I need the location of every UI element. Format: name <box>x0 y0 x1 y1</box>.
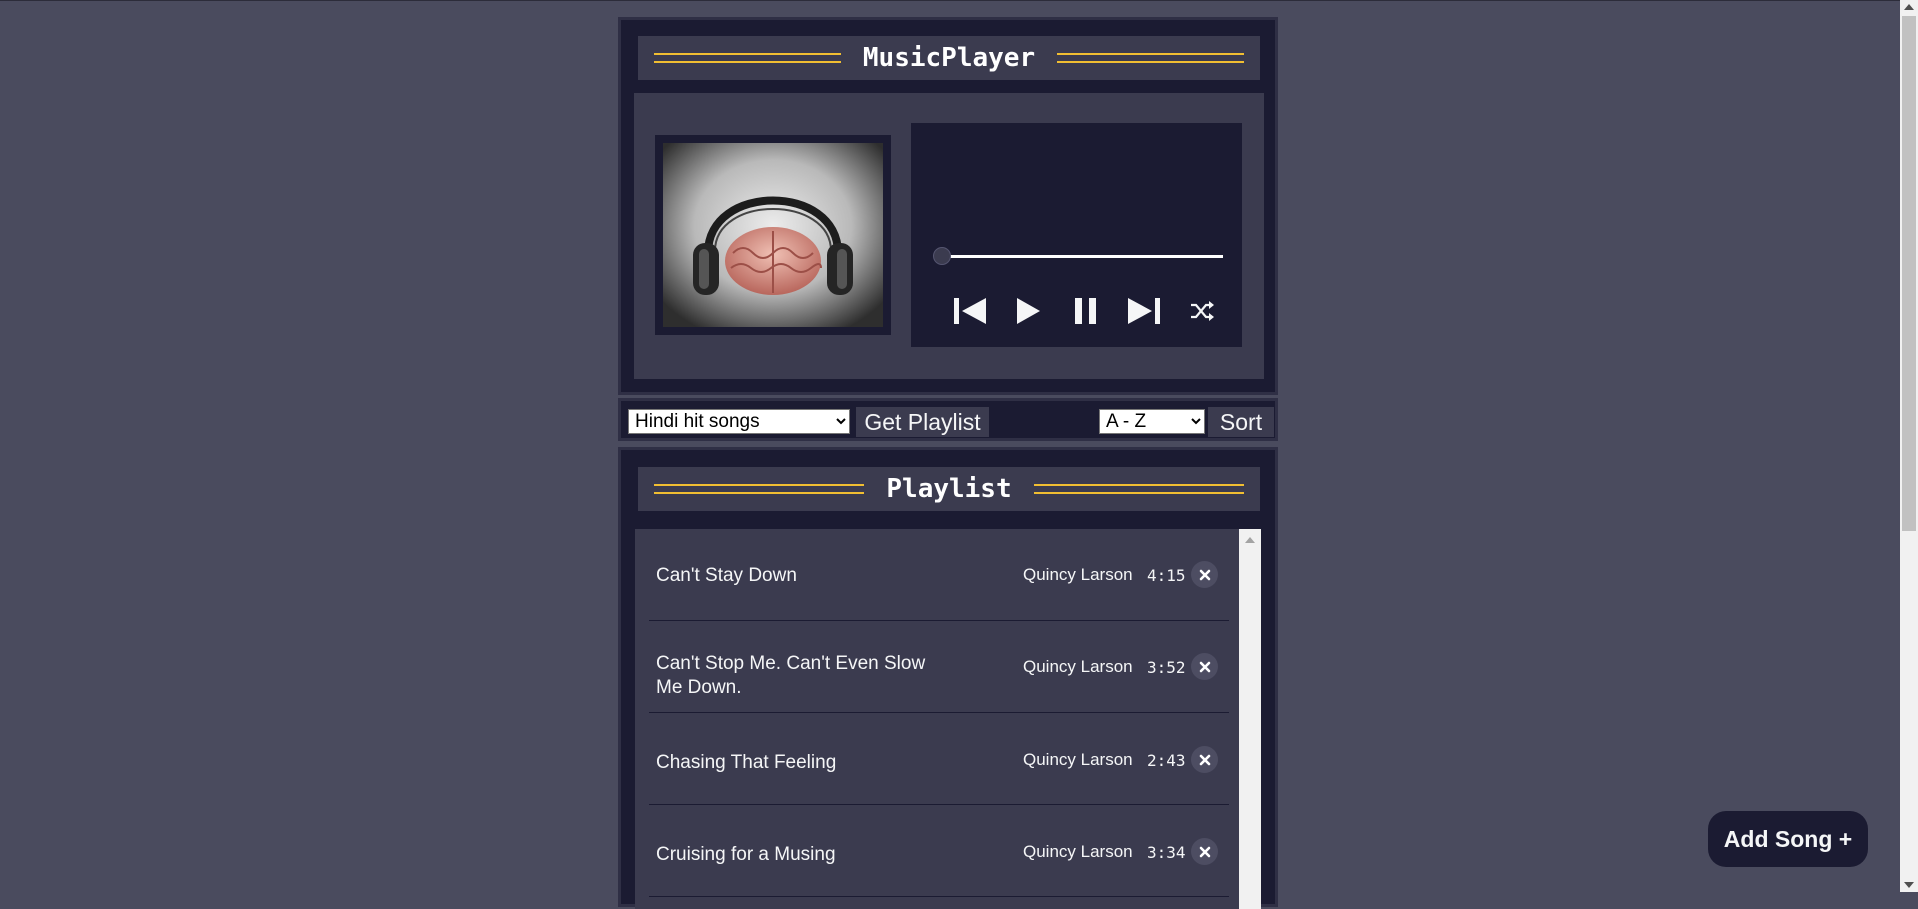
play-button[interactable] <box>999 291 1057 331</box>
song-duration: 3:52 <box>1147 658 1186 677</box>
pause-button[interactable] <box>1057 291 1115 331</box>
title-rule-right <box>1033 484 1245 494</box>
player-display <box>911 123 1242 347</box>
song-duration: 2:43 <box>1147 751 1186 770</box>
skip-next-icon <box>1128 298 1160 324</box>
delete-song-button[interactable] <box>1191 746 1218 773</box>
title-rule-right <box>1057 53 1244 63</box>
song-list: Can't Stay Down Quincy Larson 4:15 Can't… <box>635 529 1239 909</box>
close-icon <box>1199 846 1210 857</box>
song-row[interactable]: Can't Stay Down Quincy Larson 4:15 <box>649 529 1229 621</box>
player-card: MusicPlayer <box>618 17 1278 395</box>
song-row[interactable]: Can't Stop Me. Can't Even Slow Me Down. … <box>649 621 1229 713</box>
close-icon <box>1199 569 1210 580</box>
title-rule-left <box>654 53 841 63</box>
pause-icon <box>1075 298 1096 324</box>
skip-previous-icon <box>954 298 986 324</box>
playlist-title-bar: Playlist <box>638 467 1260 511</box>
play-icon <box>1017 298 1040 324</box>
progress-knob[interactable] <box>933 247 951 265</box>
playlist-toolbar: Hindi hit songs Get Playlist A - Z Sort <box>618 398 1278 441</box>
song-artist: Quincy Larson <box>1023 750 1133 769</box>
page-scrollbar[interactable] <box>1900 0 1918 892</box>
song-artist: Quincy Larson <box>1023 657 1133 676</box>
shuffle-button[interactable] <box>1173 291 1231 331</box>
shuffle-icon <box>1191 301 1214 321</box>
delete-song-button[interactable] <box>1191 653 1218 680</box>
scrollbar-thumb[interactable] <box>1902 16 1916 531</box>
playlist-scrollbar[interactable] <box>1239 529 1261 909</box>
delete-song-button[interactable] <box>1191 838 1218 865</box>
delete-song-button[interactable] <box>1191 561 1218 588</box>
get-playlist-button[interactable]: Get Playlist <box>856 407 989 437</box>
playlist-select[interactable]: Hindi hit songs <box>628 409 850 434</box>
song-title: Can't Stop Me. Can't Even Slow Me Down. <box>656 653 926 698</box>
song-artist: Quincy Larson <box>1023 565 1133 584</box>
add-song-button[interactable]: Add Song + <box>1708 811 1868 867</box>
song-artist: Quincy Larson <box>1023 842 1133 861</box>
song-title: Cruising for a Musing <box>656 844 836 865</box>
next-button[interactable] <box>1115 291 1173 331</box>
playlist-title: Playlist <box>886 474 1012 504</box>
player-title-bar: MusicPlayer <box>638 36 1260 80</box>
sort-select[interactable]: A - Z <box>1099 409 1205 434</box>
album-art <box>655 135 891 335</box>
brain-headphones-image <box>663 143 883 327</box>
previous-button[interactable] <box>941 291 999 331</box>
song-duration: 4:15 <box>1147 566 1186 585</box>
song-title: Can't Stay Down <box>656 565 797 586</box>
player-body <box>634 93 1264 379</box>
close-icon <box>1199 754 1210 765</box>
scroll-up-arrow-icon[interactable] <box>1245 537 1255 543</box>
song-duration: 3:34 <box>1147 843 1186 862</box>
app-title: MusicPlayer <box>862 43 1036 73</box>
song-row[interactable]: Chasing That Feeling Quincy Larson 2:43 <box>649 713 1229 805</box>
playlist-card: Playlist Can't Stay Down Quincy Larson 4… <box>618 447 1278 909</box>
song-row[interactable]: Cruising for a Musing Quincy Larson 3:34 <box>649 805 1229 897</box>
progress-bar[interactable] <box>939 255 1223 258</box>
close-icon <box>1199 661 1210 672</box>
title-rule-left <box>654 484 865 494</box>
window-top-border <box>0 0 1900 1</box>
player-controls <box>941 291 1231 331</box>
scroll-up-arrow-icon[interactable] <box>1904 4 1914 10</box>
scroll-down-arrow-icon[interactable] <box>1904 882 1914 888</box>
song-title: Chasing That Feeling <box>656 752 837 773</box>
sort-button[interactable]: Sort <box>1208 407 1274 437</box>
